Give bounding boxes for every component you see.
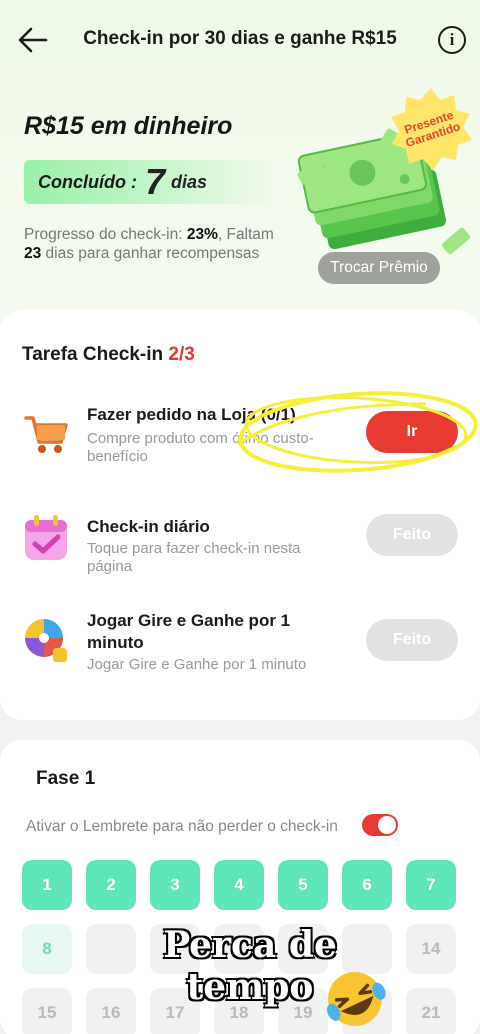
task-name: Check-in diário <box>87 517 210 536</box>
task-description: Jogar Gire e Ganhe por 1 minuto <box>87 656 307 673</box>
day-cell: 15 <box>22 988 72 1034</box>
tasks-count: 2/3 <box>168 344 195 365</box>
task-name: Jogar Gire e Ganhe por 1 minuto <box>87 611 291 652</box>
day-cell: 4 <box>214 860 264 910</box>
day-cell: 2 <box>86 860 136 910</box>
cart-icon <box>24 416 68 453</box>
checkin-progress-text: Progresso do check-in: 23%, Faltam 23 di… <box>24 226 274 262</box>
completed-days-pill: Concluído : 7 dias <box>24 160 274 204</box>
checkin-tasks-card: Tarefa Check-in 2/3 Fazer pedido na Loja… <box>0 310 480 720</box>
task-row: Fazer pedido na Loja (0/1) Compre produt… <box>0 394 480 486</box>
info-icon[interactable]: i <box>438 26 466 54</box>
page-title: Check-in por 30 dias e ganhe R$15 <box>83 28 397 49</box>
task-row: Check-in diário Toque para fazer check-i… <box>0 506 480 598</box>
done-button[interactable]: Feito <box>366 619 458 661</box>
day-cell: 14 <box>406 924 456 974</box>
day-cell: 21 <box>406 988 456 1034</box>
tasks-title: Tarefa Check-in 2/3 <box>22 344 195 365</box>
completed-days-number: 7 <box>144 161 166 202</box>
day-cell: 6 <box>342 860 392 910</box>
task-description: Compre produto com ótimo custo-benefício <box>87 430 314 465</box>
app-header: Check-in por 30 dias e ganhe R$15 i <box>0 0 480 80</box>
task-row: Jogar Gire e Ganhe por 1 minuto Jogar Gi… <box>0 610 480 702</box>
rolling-laughing-emoji <box>326 972 386 1026</box>
day-cell: 3 <box>150 860 200 910</box>
phase-title: Fase 1 <box>36 768 96 789</box>
day-cell: 1 <box>22 860 72 910</box>
done-button[interactable]: Feito <box>366 514 458 556</box>
day-cell: 8 <box>22 924 72 974</box>
back-arrow-icon[interactable] <box>16 24 50 56</box>
go-button[interactable]: Ir <box>366 411 458 453</box>
task-description: Toque para fazer check-in nesta página <box>87 540 301 575</box>
reminder-label: Ativar o Lembrete para não perder o chec… <box>26 818 338 835</box>
prize-title: R$15 em dinheiro <box>24 112 233 140</box>
progress-percent: 23% <box>186 226 218 243</box>
day-cell: 5 <box>278 860 328 910</box>
exchange-prize-button[interactable]: Trocar Prêmio <box>318 252 440 284</box>
completed-days-unit: dias <box>171 171 208 192</box>
reminder-toggle[interactable] <box>362 814 398 836</box>
completed-label: Concluído : <box>38 171 137 192</box>
wheel-icon <box>25 619 67 662</box>
remaining-days: 23 <box>24 245 42 262</box>
task-name: Fazer pedido na Loja (0/1) <box>87 405 296 424</box>
calendar-icon <box>25 515 67 560</box>
day-cell: 7 <box>406 860 456 910</box>
